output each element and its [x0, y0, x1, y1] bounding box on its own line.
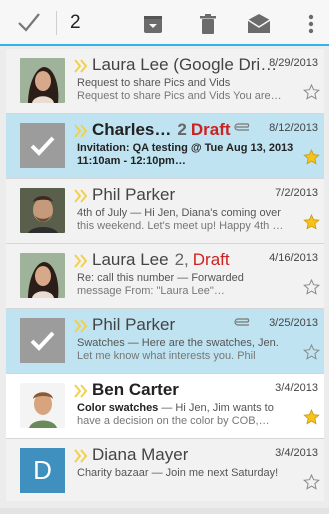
importance-marker-icon — [74, 384, 88, 398]
sender-name: Laura Lee (Google Dri… — [92, 55, 278, 74]
message-snippet: message From: "Laura Lee"… — [77, 285, 225, 297]
message-date: 7/2/2013 — [275, 187, 318, 199]
star-filled-icon[interactable] — [303, 214, 320, 230]
thread-count: 2 — [177, 120, 187, 139]
importance-marker-icon — [74, 254, 88, 268]
message-snippet: Let me know what interests you. Phil — [77, 350, 256, 362]
message-date: 3/25/2013 — [269, 317, 318, 329]
sender-name: Charles… 2 Draft — [92, 120, 231, 140]
conversation-row[interactable]: Laura Lee (Google Dri… 8/29/2013 Request… — [6, 49, 324, 114]
star-filled-icon[interactable] — [303, 409, 320, 425]
conversation-row[interactable]: D Diana Mayer 3/4/2013 Charity bazaar — … — [6, 439, 324, 501]
importance-marker-icon — [74, 59, 88, 73]
attachment-icon — [234, 123, 250, 131]
mark-unread-icon[interactable] — [246, 11, 272, 37]
star-filled-icon[interactable] — [303, 149, 320, 165]
divider — [56, 11, 57, 35]
message-snippet: this weekend. Let's meet up! Happy 4th … — [77, 220, 284, 232]
bottom-edge — [0, 508, 329, 514]
checkmark-icon — [30, 136, 55, 156]
sender-name: Laura Lee 2, Draft — [92, 250, 230, 270]
overflow-menu-icon[interactable] — [298, 11, 324, 37]
message-subject: Invitation: QA testing @ Tue Aug 13, 201… — [77, 142, 294, 154]
sender-avatar[interactable] — [20, 188, 65, 233]
message-list: Laura Lee (Google Dri… 8/29/2013 Request… — [6, 49, 324, 501]
star-outline-icon[interactable] — [303, 474, 320, 490]
contextual-action-bar: 2 — [0, 0, 329, 46]
message-date: 3/4/2013 — [275, 382, 318, 394]
checkmark-icon — [30, 331, 55, 351]
conversation-row[interactable]: Phil Parker 7/2/2013 4th of July — Hi Je… — [6, 179, 324, 244]
message-subject: Swatches — Here are the swatches, Jen. — [77, 337, 279, 349]
sender-name-text: Laura Lee — [92, 250, 169, 269]
importance-marker-icon — [74, 319, 88, 333]
delete-icon[interactable] — [195, 11, 221, 37]
sender-avatar[interactable] — [20, 58, 65, 103]
sender-letter-avatar[interactable]: D — [20, 448, 65, 493]
message-subject: 4th of July — Hi Jen, Diana's coming ove… — [77, 207, 281, 219]
message-subject: Color swatches — Hi Jen, Jim wants to — [77, 402, 299, 414]
snippet-text: — Hi Jen, Jim wants to — [158, 402, 274, 414]
subject-text: Color swatches — [77, 402, 159, 414]
message-snippet: Request to share Pics and Vids You are… — [77, 90, 282, 102]
message-subject: Request to share Pics and Vids — [77, 77, 231, 89]
message-date: 3/4/2013 — [275, 447, 318, 459]
importance-marker-icon — [74, 189, 88, 203]
message-subject: Re: call this number — Forwarded — [77, 272, 244, 284]
conversation-row-selected[interactable]: Charles… 2 Draft 8/12/2013 Invitation: QA … — [6, 114, 324, 179]
message-date: 4/16/2013 — [269, 252, 318, 264]
archive-icon[interactable] — [140, 11, 166, 37]
star-outline-icon[interactable] — [303, 279, 320, 295]
star-outline-icon[interactable] — [303, 84, 320, 100]
sender-avatar[interactable] — [20, 253, 65, 298]
conversation-row-selected[interactable]: Phil Parker 3/25/2013 Swatches — Here ar… — [6, 309, 324, 374]
sender-name: Phil Parker — [92, 185, 176, 204]
importance-marker-icon — [74, 449, 88, 463]
message-snippet: 11:10am - 12:10pm… — [77, 155, 186, 167]
star-outline-icon[interactable] — [303, 344, 320, 360]
selected-count: 2 — [70, 12, 81, 33]
draft-label: Draft — [192, 250, 230, 269]
sender-name-text: Charles… — [92, 120, 172, 139]
message-subject: Charity bazaar — Join me next Saturday! — [77, 467, 279, 479]
importance-marker-icon — [74, 124, 88, 138]
message-date: 8/12/2013 — [269, 122, 318, 134]
sender-name: Ben Carter — [92, 380, 179, 399]
sender-name: Diana Mayer — [92, 445, 189, 464]
message-date: 8/29/2013 — [269, 57, 318, 69]
sender-name: Phil Parker — [92, 315, 176, 334]
sender-avatar[interactable] — [20, 383, 65, 428]
attachment-icon — [234, 318, 250, 326]
selected-checkbox[interactable] — [20, 318, 65, 363]
conversation-row-unread[interactable]: Ben Carter 3/4/2013 Color swatches — Hi … — [6, 374, 324, 439]
draft-label: Draft — [190, 120, 231, 139]
selected-checkbox[interactable] — [20, 123, 65, 168]
conversation-row[interactable]: Laura Lee 2, Draft 4/16/2013 Re: call this… — [6, 244, 324, 309]
message-snippet: have a decision on the color by COB,… — [77, 415, 270, 427]
thread-count: 2, — [174, 250, 189, 269]
done-check-icon[interactable] — [16, 10, 42, 34]
